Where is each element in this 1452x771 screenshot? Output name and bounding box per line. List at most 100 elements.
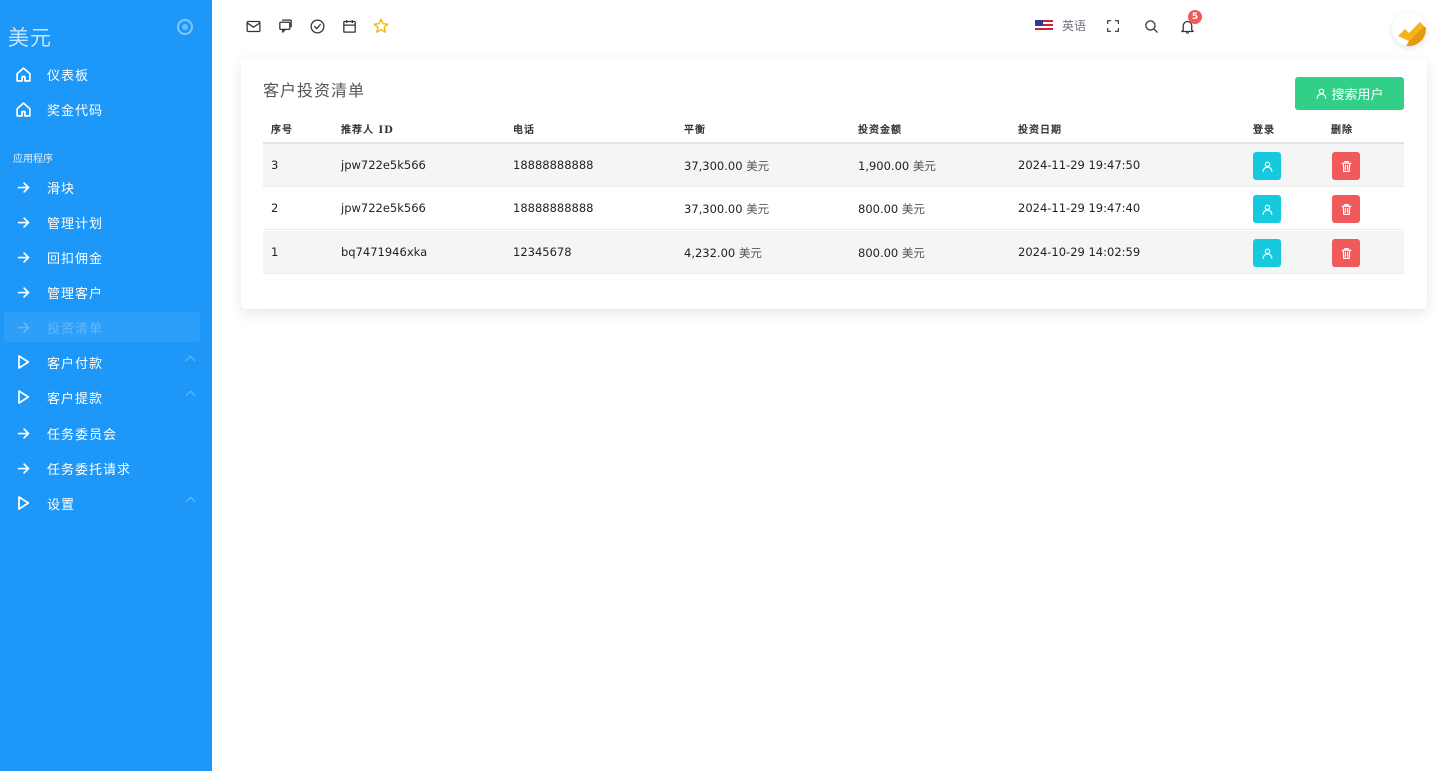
delete-button[interactable]: [1332, 195, 1360, 223]
language-label: 英语: [1062, 19, 1087, 33]
home-icon: [12, 63, 34, 85]
currency-unit: 美元: [901, 246, 925, 260]
sidebar-item-investment-list[interactable]: 投资清单: [4, 312, 200, 342]
arrow-right-icon: [12, 422, 34, 444]
amount-value: 800.00: [858, 202, 899, 216]
sidebar-section-label: 应用程序: [13, 154, 53, 165]
column-header: 电话: [513, 125, 535, 136]
table-header: 序号 推荐人 ID 电话 平衡 投资金额 投资日期 登录 删除: [263, 118, 1404, 144]
sidebar-item-manage-customers[interactable]: 管理客户: [4, 277, 200, 307]
sidebar-item-slider[interactable]: 滑块: [4, 172, 200, 202]
cell-referrer: jpw722e5k566: [341, 158, 426, 172]
arrow-right-icon: [12, 211, 34, 233]
fullscreen-icon[interactable]: [1104, 17, 1122, 35]
cell-phone: 18888888888: [513, 158, 594, 172]
login-as-user-button[interactable]: [1253, 239, 1281, 267]
amount-value: 1,900.00: [858, 159, 910, 173]
us-flag-icon: [1035, 19, 1053, 32]
amount-value: 800.00: [858, 246, 899, 260]
sidebar-item-label: 滑块: [47, 181, 76, 197]
notification-badge: 5: [1188, 10, 1202, 24]
arrow-right-icon: [12, 457, 34, 479]
check-circle-icon[interactable]: [308, 17, 326, 35]
currency-unit: 美元: [738, 246, 762, 260]
sidebar-item-customer-withdrawals[interactable]: 客户提款: [4, 382, 200, 412]
cell-no: 2: [271, 201, 279, 215]
star-icon[interactable]: [372, 17, 390, 35]
mail-icon[interactable]: [244, 17, 262, 35]
sidebar-item-label: 投资清单: [47, 321, 104, 337]
language-selector[interactable]: 英语: [1035, 17, 1086, 34]
user-icon: [1317, 88, 1327, 99]
column-header: 平衡: [684, 125, 706, 136]
search-user-label: 搜索用户: [1331, 88, 1384, 103]
brand-title: 美元: [8, 26, 52, 50]
login-as-user-button[interactable]: [1253, 152, 1281, 180]
trash-icon: [1341, 160, 1351, 172]
sidebar-item-label: 任务委员会: [47, 427, 118, 443]
arrow-right-icon: [12, 281, 34, 303]
sidebar-item-label: 回扣佣金: [47, 251, 104, 267]
sidebar-item-label: 客户提款: [47, 391, 104, 407]
sidebar-item-dashboard[interactable]: 仪表板: [4, 59, 200, 89]
cell-amount: 800.00 美元: [858, 245, 925, 261]
cell-date: 2024-10-29 14:02:59: [1018, 245, 1141, 259]
cell-phone: 18888888888: [513, 201, 594, 215]
chevron-up-icon: [185, 496, 196, 507]
user-icon: [1262, 248, 1272, 259]
login-as-user-button[interactable]: [1253, 195, 1281, 223]
sidebar-item-manage-plans[interactable]: 管理计划: [4, 207, 200, 237]
cell-amount: 1,900.00 美元: [858, 158, 936, 174]
avatar[interactable]: [1392, 12, 1426, 46]
column-header: 登录: [1253, 125, 1275, 136]
sidebar-item-bonus-code[interactable]: 奖金代码: [4, 94, 200, 124]
cell-referrer: jpw722e5k566: [341, 201, 426, 215]
sidebar-item-customer-payments[interactable]: 客户付款: [4, 347, 200, 377]
arrow-right-icon: [12, 176, 34, 198]
sidebar-item-label: 仪表板: [47, 68, 90, 84]
search-user-button[interactable]: 搜索用户: [1295, 77, 1404, 110]
column-header: 推荐人 ID: [341, 125, 394, 136]
arrow-right-icon: [12, 316, 34, 338]
currency-unit: 美元: [746, 159, 770, 173]
table-row: 2 jpw722e5k566 18888888888 37,300.00 美元 …: [263, 187, 1404, 230]
column-header: 序号: [271, 125, 293, 136]
cell-no: 1: [271, 245, 279, 259]
sidebar-item-task-requests[interactable]: 任务委托请求: [4, 453, 200, 483]
delete-button[interactable]: [1332, 239, 1360, 267]
page-title: 客户投资清单: [263, 81, 366, 100]
calendar-icon[interactable]: [340, 17, 358, 35]
sidebar-item-rebate-commission[interactable]: 回扣佣金: [4, 242, 200, 272]
trash-icon: [1341, 203, 1351, 215]
delete-button[interactable]: [1332, 152, 1360, 180]
investment-list-card: 客户投资清单 搜索用户 序号 推荐人 ID 电话 平衡 投资金额 投资日期 登录…: [241, 59, 1427, 309]
cell-referrer: bq7471946xka: [341, 245, 428, 259]
arrow-right-icon: [12, 246, 34, 268]
cell-amount: 800.00 美元: [858, 201, 925, 217]
balance-value: 37,300.00: [684, 202, 743, 216]
column-header: 投资日期: [1018, 125, 1062, 136]
cell-phone: 12345678: [513, 245, 572, 259]
balance-value: 37,300.00: [684, 159, 743, 173]
chat-icon[interactable]: [276, 17, 294, 35]
sidebar-item-task-committee[interactable]: 任务委员会: [4, 418, 200, 448]
sidebar-item-settings[interactable]: 设置: [4, 488, 200, 518]
currency-unit: 美元: [901, 202, 925, 216]
column-header: 删除: [1331, 125, 1353, 136]
currency-unit: 美元: [912, 159, 936, 173]
sidebar-item-label: 管理计划: [47, 216, 104, 232]
sidebar-item-label: 任务委托请求: [47, 462, 132, 478]
sidebar: 美元 仪表板 奖金代码 应用程序 滑块 管理计划 回扣佣金 管理客户 投资清单 …: [0, 0, 212, 771]
user-icon: [1262, 161, 1272, 172]
home-icon: [12, 98, 34, 120]
search-icon[interactable]: [1142, 17, 1160, 35]
cell-no: 3: [271, 158, 279, 172]
sidebar-toggle-icon[interactable]: [177, 19, 193, 35]
table-row: 1 bq7471946xka 12345678 4,232.00 美元 800.…: [263, 231, 1404, 274]
cell-balance: 37,300.00 美元: [684, 158, 769, 174]
table-row: 3 jpw722e5k566 18888888888 37,300.00 美元 …: [263, 144, 1404, 187]
cell-date: 2024-11-29 19:47:40: [1018, 201, 1141, 215]
trash-icon: [1341, 247, 1351, 259]
sidebar-item-label: 管理客户: [47, 286, 104, 302]
user-icon: [1262, 204, 1272, 215]
